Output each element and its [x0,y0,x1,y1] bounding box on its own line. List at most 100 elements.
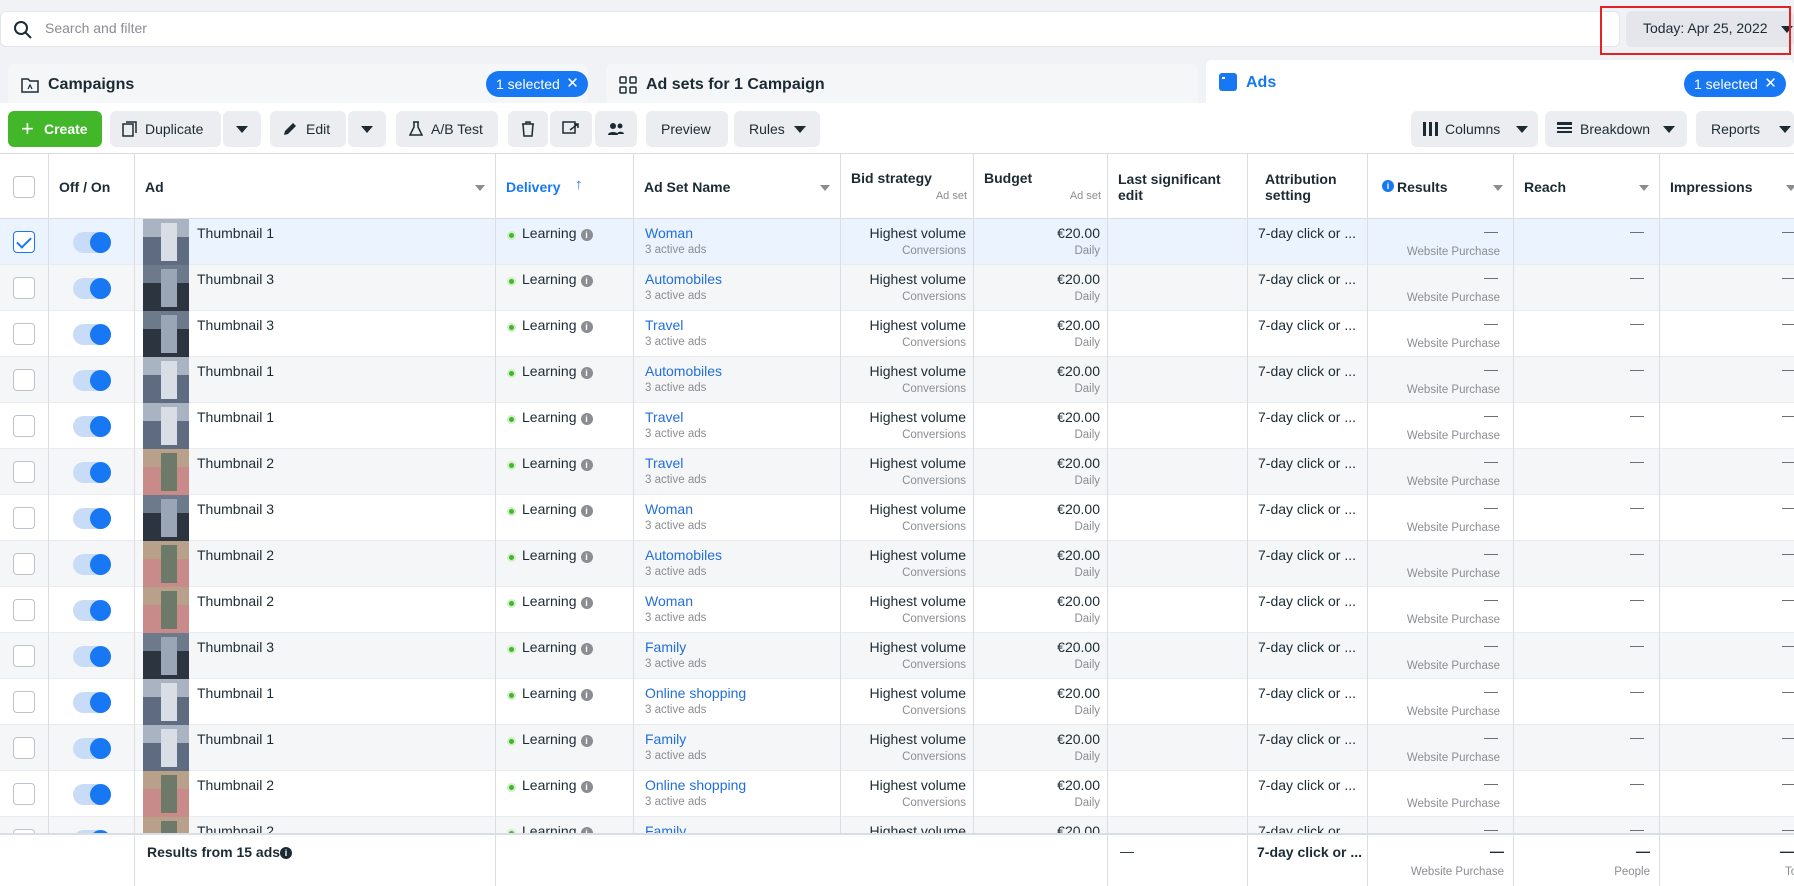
column-reach[interactable]: Reach [1514,154,1660,220]
on-off-toggle[interactable] [73,692,111,713]
row-checkbox[interactable] [13,553,35,575]
ad-name[interactable]: Thumbnail 1 [197,363,274,379]
ad-thumbnail[interactable] [143,403,189,449]
ad-name[interactable]: Thumbnail 3 [197,639,274,655]
row-checkbox[interactable] [13,461,35,483]
info-icon[interactable]: i [580,413,593,425]
ad-thumbnail[interactable] [143,771,189,817]
on-off-toggle[interactable] [73,278,111,299]
ad-name[interactable]: Thumbnail 2 [197,777,274,793]
tab-campaigns[interactable]: Campaigns 1 selected ✕ [8,64,588,103]
column-bid-strategy[interactable]: Bid strategy Ad set [841,154,974,220]
column-ad-set-name[interactable]: Ad Set Name [634,154,841,220]
info-icon[interactable]: i [580,689,593,701]
duplicate-button[interactable]: Duplicate [110,111,221,147]
ad-thumbnail[interactable] [143,495,189,541]
ad-name[interactable]: Thumbnail 2 [197,593,274,609]
close-icon[interactable]: ✕ [1764,74,1777,92]
ad-set-link[interactable]: Woman [645,225,693,241]
column-impressions[interactable]: Impressions [1660,154,1794,220]
ad-thumbnail[interactable] [143,311,189,357]
ab-test-button[interactable]: A/B Test [396,111,498,147]
budget-value[interactable]: €20.00 [976,225,1100,241]
info-icon[interactable]: i [580,735,593,747]
tab-adsets[interactable]: Ad sets for 1 Campaign [606,64,1198,103]
on-off-toggle[interactable] [73,600,111,621]
info-icon[interactable]: i [580,505,593,517]
row-checkbox[interactable] [13,737,35,759]
table-row[interactable]: Thumbnail 1 Learning i Automobiles 3 active … [0,357,1794,403]
reports-button[interactable]: Reports [1696,111,1794,147]
ad-set-link[interactable]: Travel [645,409,683,425]
budget-value[interactable]: €20.00 [976,363,1100,379]
table-row[interactable]: Thumbnail 3 Learning i Family 3 active ads Hi… [0,633,1794,679]
column-off-on[interactable]: Off / On [49,154,135,220]
on-off-toggle[interactable] [73,646,111,667]
row-checkbox[interactable] [13,507,35,529]
ad-name[interactable]: Thumbnail 3 [197,501,274,517]
table-row[interactable]: Thumbnail 1 Learning i Travel 3 active ads Hi… [0,403,1794,449]
rules-button[interactable]: Rules [734,111,820,147]
ad-thumbnail[interactable] [143,541,189,587]
ad-name[interactable]: Thumbnail 3 [197,317,274,333]
ad-name[interactable]: Thumbnail 1 [197,731,274,747]
on-off-toggle[interactable] [73,232,111,253]
row-checkbox[interactable] [13,231,35,253]
info-icon[interactable]: i [280,847,292,859]
info-icon[interactable]: i [580,229,593,241]
row-checkbox[interactable] [13,645,35,667]
table-row[interactable]: Thumbnail 2 Learning i Travel 3 active ads Hi… [0,449,1794,495]
ad-thumbnail[interactable] [143,725,189,771]
budget-value[interactable]: €20.00 [976,547,1100,563]
close-icon[interactable]: ✕ [566,74,579,92]
budget-value[interactable]: €20.00 [976,639,1100,655]
table-row[interactable]: Thumbnail 1 Learning i Online shopping 3 act… [0,679,1794,725]
duplicate-dropdown[interactable] [223,111,261,147]
column-last-significant-edit[interactable]: Last significant edit [1108,154,1248,220]
ad-set-link[interactable]: Family [645,731,686,747]
ad-name[interactable]: Thumbnail 3 [197,271,274,287]
table-row[interactable]: Thumbnail 3 Learning i Travel 3 active ads Hi… [0,311,1794,357]
ad-set-link[interactable]: Travel [645,455,683,471]
column-ad[interactable]: Ad [135,154,496,220]
budget-value[interactable]: €20.00 [976,593,1100,609]
info-icon[interactable]: i [580,643,593,655]
on-off-toggle[interactable] [73,324,111,345]
on-off-toggle[interactable] [73,784,111,805]
ads-selected-pill[interactable]: 1 selected ✕ [1684,71,1786,97]
row-checkbox[interactable] [13,369,35,391]
info-icon[interactable]: i [580,781,593,793]
ad-thumbnail[interactable] [143,265,189,311]
budget-value[interactable]: €20.00 [976,731,1100,747]
ad-name[interactable]: Thumbnail 1 [197,685,274,701]
column-budget[interactable]: Budget Ad set [974,154,1108,220]
ad-name[interactable]: Thumbnail 2 [197,455,274,471]
ad-thumbnail[interactable] [143,357,189,403]
search-input[interactable] [45,20,1545,36]
table-row[interactable]: Thumbnail 3 Learning i Automobiles 3 active … [0,265,1794,311]
budget-value[interactable]: €20.00 [976,455,1100,471]
budget-value[interactable]: €20.00 [976,685,1100,701]
ad-thumbnail[interactable] [143,219,189,265]
tab-ads[interactable]: Ads 1 selected ✕ [1206,60,1794,103]
ad-set-link[interactable]: Woman [645,593,693,609]
ad-thumbnail[interactable] [143,587,189,633]
ad-name[interactable]: Thumbnail 2 [197,547,274,563]
table-row[interactable]: Thumbnail 2 Learning i Woman 3 active ads Hig… [0,587,1794,633]
table-row[interactable]: Thumbnail 2LearningiFamily3 active adsHi… [0,817,1794,833]
create-button[interactable]: + Create [8,111,102,147]
ad-name[interactable]: Thumbnail 1 [197,409,274,425]
on-off-toggle[interactable] [73,370,111,391]
info-icon[interactable]: i [1382,180,1394,192]
info-icon[interactable]: i [580,551,593,563]
search-bar[interactable] [0,11,1620,47]
delete-button[interactable] [508,111,548,147]
ad-set-link[interactable]: Automobiles [645,547,722,563]
on-off-toggle[interactable] [73,462,111,483]
on-off-toggle[interactable] [73,508,111,529]
ad-set-link[interactable]: Online shopping [645,777,746,793]
on-off-toggle[interactable] [73,554,111,575]
edit-dropdown[interactable] [348,111,386,147]
on-off-toggle[interactable] [73,416,111,437]
edit-button[interactable]: Edit [270,111,346,147]
